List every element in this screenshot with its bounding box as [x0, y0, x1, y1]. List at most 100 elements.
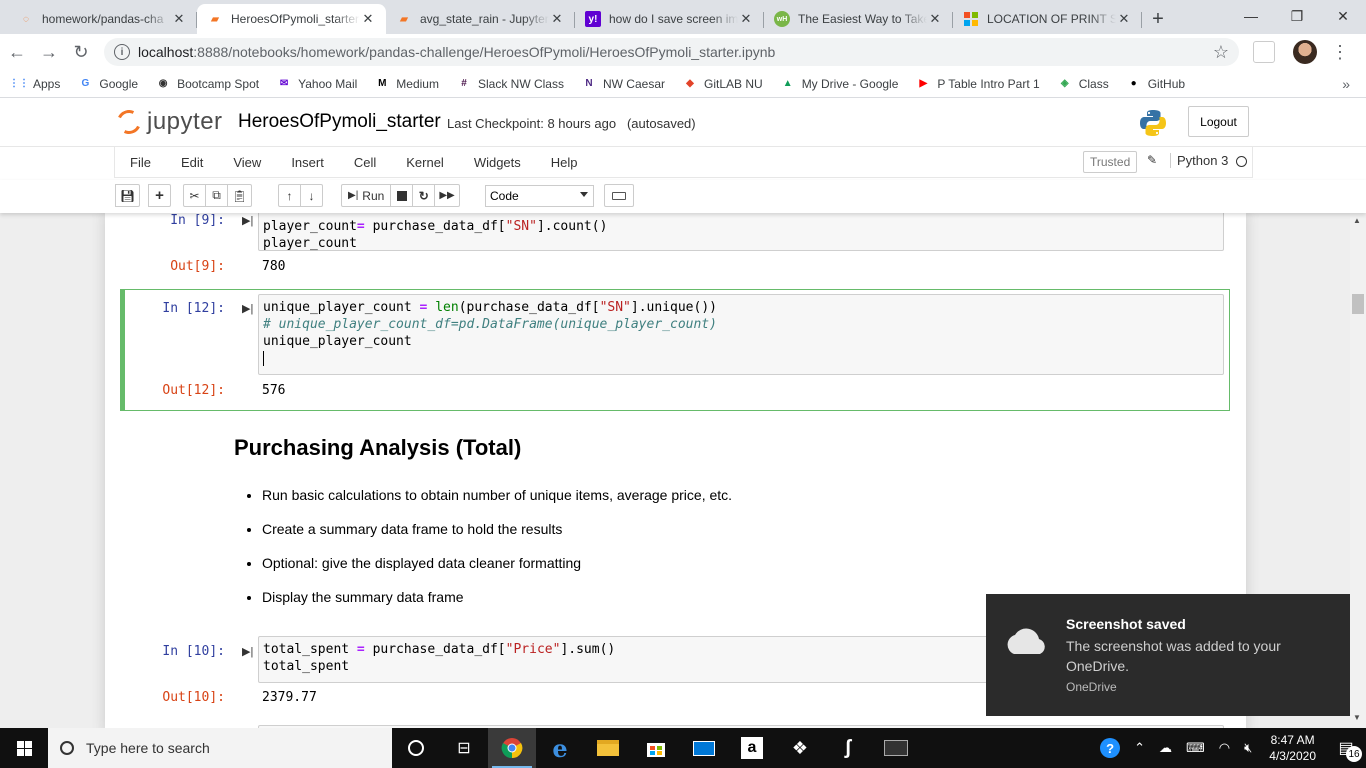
menu-help[interactable]: Help — [536, 155, 593, 170]
bookmark-item[interactable]: ◆ GitLAB NU — [683, 77, 763, 91]
task-view-icon[interactable]: ⊟ — [440, 728, 488, 768]
keyboard-tray-icon[interactable]: ⌨ — [1186, 740, 1205, 756]
bookmark-item[interactable]: ⋮⋮ Apps — [9, 77, 60, 91]
browser-tab[interactable]: y! how do I save screen im ✕ — [575, 4, 764, 34]
copy-icon[interactable]: ⧉ — [205, 184, 228, 207]
vertical-scrollbar[interactable]: ▲ ▼ — [1350, 213, 1366, 728]
run-cell-icon[interactable]: ▶︎| — [242, 214, 253, 227]
pencil-icon[interactable]: ✎ — [1147, 153, 1157, 167]
bookmark-item[interactable]: ✉ Yahoo Mail — [277, 77, 357, 91]
save-icon[interactable]: 💾︎ — [115, 184, 141, 207]
code-cell-input[interactable]: unique_player_count = len(purchase_data_… — [258, 294, 1224, 375]
cortana-icon[interactable] — [392, 728, 440, 768]
chrome-taskbar-icon[interactable] — [488, 728, 536, 768]
run-button[interactable]: ▶︎| Run — [341, 184, 392, 207]
bookmark-item[interactable]: G Google — [78, 77, 138, 91]
file-explorer-icon[interactable] — [584, 728, 632, 768]
fast-forward-icon[interactable]: ▶▶ — [434, 184, 460, 207]
input-prompt: In [9]: — [170, 213, 225, 228]
cut-icon[interactable]: ✂ — [183, 184, 206, 207]
bookmark-item[interactable]: ◈ Class — [1058, 77, 1109, 91]
restart-icon[interactable]: ↻ — [412, 184, 436, 207]
scroll-down-icon[interactable]: ▼ — [1353, 713, 1361, 722]
amazon-icon[interactable]: a — [728, 728, 776, 768]
dropbox-icon[interactable]: ❖ — [776, 728, 824, 768]
reload-icon[interactable]: ↻ — [66, 37, 96, 67]
close-icon[interactable]: ✕ — [171, 11, 187, 27]
paste-icon[interactable]: 📋︎ — [227, 184, 253, 207]
minimize-icon[interactable]: — — [1228, 0, 1274, 32]
close-icon[interactable]: ✕ — [360, 11, 376, 27]
address-bar[interactable]: i localhost:8888/notebooks/homework/pand… — [104, 38, 1239, 66]
menu-cell[interactable]: Cell — [339, 155, 391, 170]
volume-muted-icon[interactable]: 🔇︎ — [1244, 740, 1252, 756]
edge-icon[interactable]: e — [536, 728, 584, 768]
onedrive-tray-icon[interactable]: ☁ — [1159, 740, 1172, 756]
move-down-icon[interactable]: ↓ — [300, 184, 323, 207]
jupyter-logo[interactable]: jupyter — [113, 106, 223, 138]
insert-cell-icon[interactable]: + — [148, 184, 171, 207]
menu-widgets[interactable]: Widgets — [459, 155, 536, 170]
close-icon[interactable]: ✕ — [549, 11, 565, 27]
menu-file[interactable]: File — [115, 155, 166, 170]
help-icon[interactable]: ? — [1100, 738, 1121, 758]
code-cell-input[interactable]: player_count= purchase_data_df["SN"].cou… — [258, 213, 1224, 251]
close-icon[interactable]: ✕ — [927, 11, 943, 27]
kernel-name[interactable]: Python 3 — [1170, 153, 1228, 168]
trusted-badge[interactable]: Trusted — [1083, 151, 1138, 173]
info-icon[interactable]: i — [114, 44, 130, 60]
close-icon[interactable]: ✕ — [738, 11, 754, 27]
slack-icon: # — [461, 78, 467, 89]
close-window-icon[interactable]: ✕ — [1320, 0, 1366, 32]
bookmark-item[interactable]: # Slack NW Class — [457, 77, 564, 91]
menu-insert[interactable]: Insert — [276, 155, 339, 170]
browser-tab[interactable]: ▰ avg_state_rain - Jupyter ✕ — [386, 4, 575, 34]
menu-edit[interactable]: Edit — [166, 155, 218, 170]
notebook-name[interactable]: HeroesOfPymoli_starter — [238, 111, 441, 133]
store-icon[interactable] — [632, 728, 680, 768]
cell-type-select[interactable]: Code — [485, 185, 594, 207]
browser-tab[interactable]: wH The Easiest Way to Take ✕ — [764, 4, 953, 34]
move-up-icon[interactable]: ↑ — [278, 184, 301, 207]
logout-button[interactable]: Logout — [1188, 106, 1249, 137]
bookmark-item[interactable]: ▶ P Table Intro Part 1 — [916, 77, 1040, 91]
restore-icon[interactable]: ❐ — [1274, 0, 1320, 32]
extension-icon[interactable] — [1253, 41, 1275, 63]
browser-tab-active[interactable]: ▰ HeroesOfPymoli_starter ✕ — [197, 4, 386, 34]
menu-kernel[interactable]: Kernel — [391, 155, 459, 170]
taskbar-search[interactable]: Type here to search — [48, 728, 392, 768]
mail-icon[interactable] — [680, 728, 728, 768]
window-controls: — ❐ ✕ — [1228, 0, 1366, 32]
run-cell-icon[interactable]: ▶︎| — [242, 302, 253, 315]
browser-tab[interactable]: ◌ homework/pandas-cha ✕ — [8, 4, 197, 34]
wifi-icon[interactable]: ◠ — [1219, 740, 1230, 756]
terminal-icon[interactable] — [872, 728, 920, 768]
system-clock[interactable]: 8:47 AM 4/3/2020 — [1269, 732, 1316, 764]
screenshot-toast[interactable]: Screenshot saved The screenshot was adde… — [986, 594, 1350, 716]
close-icon[interactable]: ✕ — [1116, 11, 1132, 27]
forward-icon[interactable]: → — [34, 37, 64, 67]
keyboard-icon[interactable] — [604, 184, 634, 207]
bookmark-item[interactable]: N NW Caesar — [582, 77, 665, 91]
bookmark-item[interactable]: M Medium — [375, 77, 439, 91]
profile-avatar[interactable] — [1293, 40, 1317, 64]
bookmarks-overflow-icon[interactable]: » — [1342, 76, 1350, 92]
bookmark-item[interactable]: ◉ Bootcamp Spot — [156, 77, 259, 91]
new-tab-button[interactable]: + — [1142, 4, 1174, 34]
start-button[interactable] — [0, 728, 48, 768]
scroll-up-icon[interactable]: ▲ — [1353, 216, 1361, 225]
scrollbar-thumb[interactable] — [1352, 294, 1364, 314]
action-center-button[interactable]: ▤ 16 — [1326, 728, 1366, 768]
run-cell-icon[interactable]: ▶︎| — [242, 645, 253, 658]
sublime-icon[interactable]: ʃ — [824, 728, 872, 768]
browser-tab[interactable]: LOCATION OF PRINT SC ✕ — [953, 4, 1142, 34]
back-icon[interactable]: ← — [2, 37, 32, 67]
menu-view[interactable]: View — [218, 155, 276, 170]
chevron-up-icon[interactable]: ⌃ — [1134, 740, 1145, 756]
chrome-menu-icon[interactable]: ⋮ — [1331, 42, 1349, 63]
bookmark-label: Yahoo Mail — [298, 76, 358, 91]
bookmark-item[interactable]: ▲ My Drive - Google — [781, 77, 899, 91]
bookmark-item[interactable]: ● GitHub — [1127, 77, 1185, 91]
stop-icon[interactable] — [390, 184, 414, 207]
bookmark-star-icon[interactable]: ☆ — [1213, 42, 1229, 63]
